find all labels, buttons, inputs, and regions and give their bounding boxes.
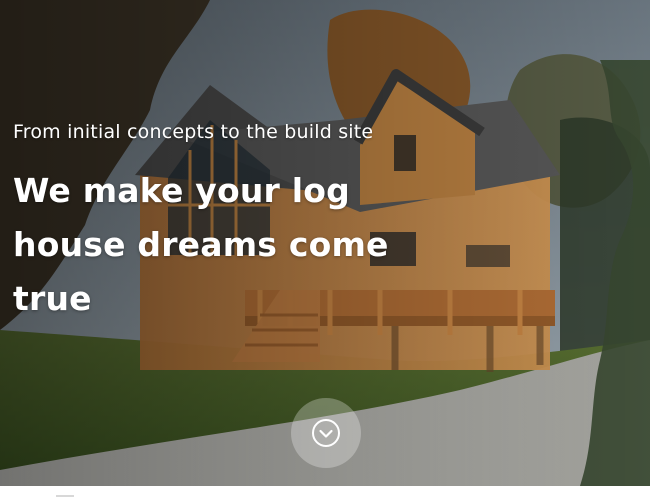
chevron-down-circle-icon (312, 419, 340, 447)
scroll-down-button[interactable] (291, 398, 361, 468)
hero-copy: From initial concepts to the build site … (13, 117, 413, 326)
page-bottom-strip (0, 486, 650, 500)
hero-section: From initial concepts to the build site … (0, 0, 650, 486)
bottom-separator-mark (56, 495, 74, 497)
hero-headline: We make your log house dreams come true (13, 171, 389, 318)
hero-subtitle: From initial concepts to the build site (13, 121, 374, 143)
